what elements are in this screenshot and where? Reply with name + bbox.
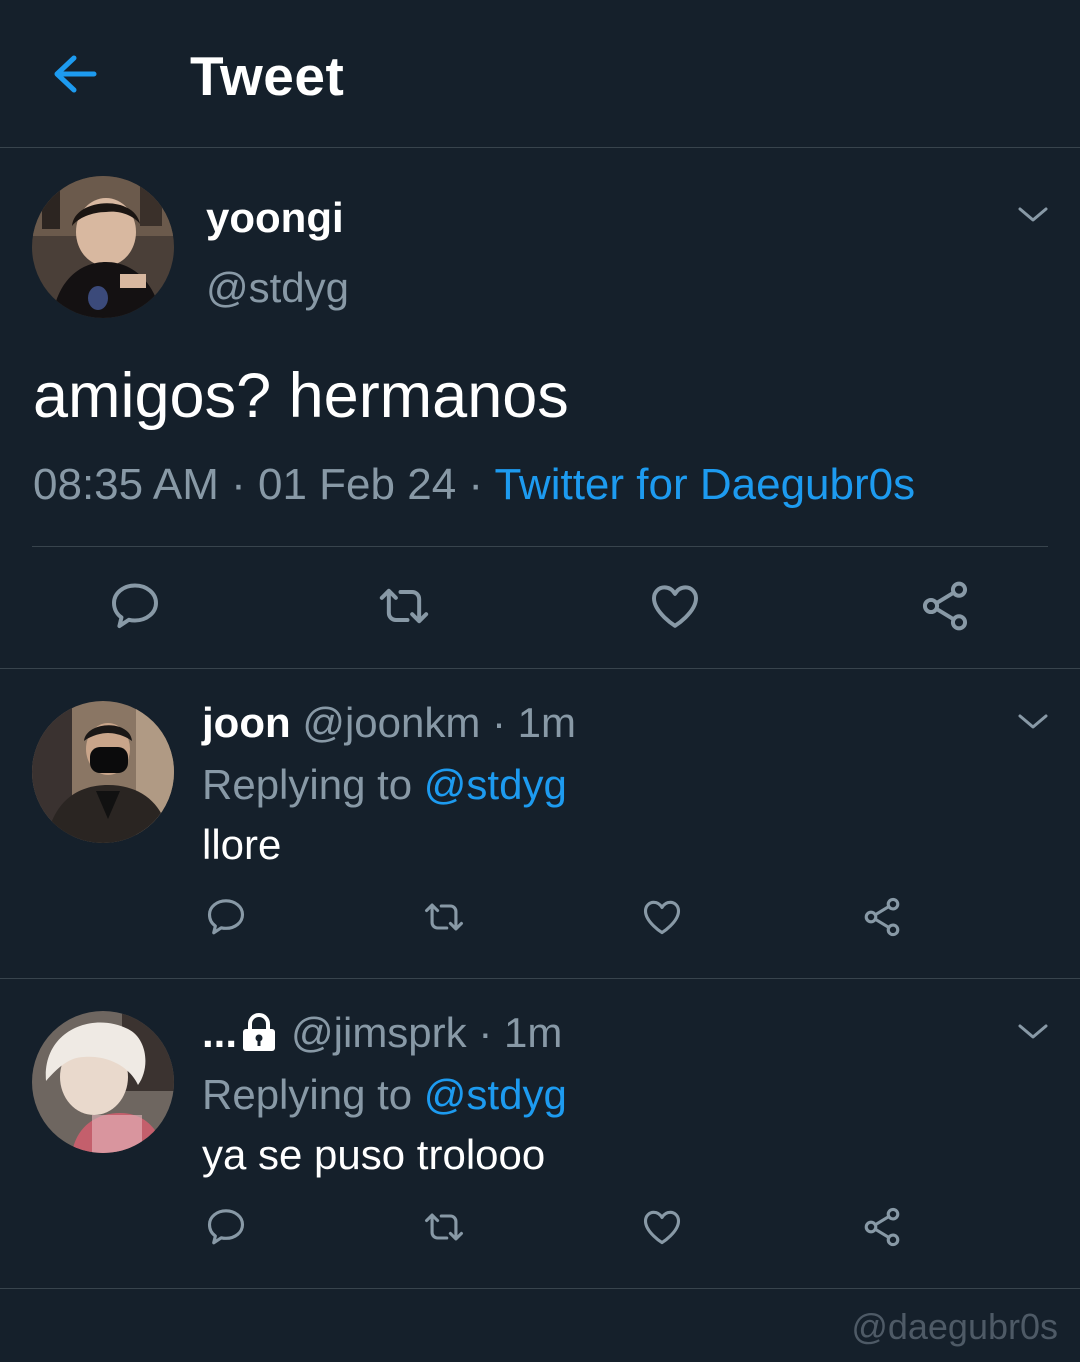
reply-text: ya se puso trolooo bbox=[202, 1131, 546, 1178]
reply-time: · 1m bbox=[478, 1009, 563, 1056]
author-handle[interactable]: @stdyg bbox=[206, 264, 349, 312]
replying-to: Replying to @stdyg bbox=[202, 761, 567, 809]
chevron-down-icon[interactable] bbox=[1016, 711, 1050, 733]
replying-label: Replying to bbox=[202, 761, 413, 808]
tweet-text: amigos? hermanos bbox=[33, 361, 569, 431]
reply-text: llore bbox=[202, 821, 282, 868]
tweet-date: 01 Feb 24 bbox=[258, 460, 457, 509]
like-icon[interactable] bbox=[640, 1205, 684, 1249]
like-icon[interactable] bbox=[647, 578, 703, 634]
replying-to: Replying to @stdyg bbox=[202, 1071, 567, 1119]
avatar[interactable] bbox=[32, 176, 174, 318]
mention-link[interactable]: @stdyg bbox=[424, 761, 567, 808]
main-tweet: yoongi @stdyg amigos? hermanos 08:35 AM … bbox=[0, 148, 1080, 669]
reply-icon[interactable] bbox=[204, 895, 248, 939]
tweet-meta: 08:35 AM · 01 Feb 24 · Twitter for Daegu… bbox=[33, 460, 915, 510]
like-icon[interactable] bbox=[640, 895, 684, 939]
avatar[interactable] bbox=[32, 1011, 174, 1153]
top-bar: Tweet bbox=[0, 0, 1080, 148]
reply-author-name[interactable]: ... bbox=[202, 1009, 237, 1056]
share-icon[interactable] bbox=[917, 578, 973, 634]
watermark: @daegubr0s bbox=[851, 1306, 1058, 1347]
reply-author-name[interactable]: joon bbox=[202, 699, 291, 746]
replying-label: Replying to bbox=[202, 1071, 413, 1118]
meta-separator: · bbox=[218, 460, 259, 509]
reply-header: ... @jimsprk · 1m bbox=[202, 1009, 562, 1057]
meta-separator: · bbox=[456, 460, 495, 509]
share-icon[interactable] bbox=[860, 895, 904, 939]
avatar[interactable] bbox=[32, 701, 174, 843]
divider bbox=[32, 546, 1048, 547]
share-icon[interactable] bbox=[860, 1205, 904, 1249]
retweet-icon[interactable] bbox=[422, 1205, 466, 1249]
arrow-left-icon[interactable] bbox=[50, 52, 98, 96]
lock-icon bbox=[243, 1013, 276, 1051]
tweet-time: 08:35 AM bbox=[33, 460, 219, 509]
reply-icon[interactable] bbox=[204, 1205, 248, 1249]
chevron-down-icon[interactable] bbox=[1016, 1021, 1050, 1043]
author-name[interactable]: yoongi bbox=[206, 194, 344, 242]
reply-time: · 1m bbox=[492, 699, 577, 746]
reply-icon[interactable] bbox=[107, 578, 163, 634]
mention-link[interactable]: @stdyg bbox=[424, 1071, 567, 1118]
reply-tweet: joon @joonkm · 1m Replying to @stdyg llo… bbox=[0, 669, 1080, 979]
reply-author-handle[interactable]: @jimsprk bbox=[291, 1009, 467, 1056]
page-title: Tweet bbox=[190, 45, 345, 107]
reply-author-handle[interactable]: @joonkm bbox=[302, 699, 480, 746]
retweet-icon[interactable] bbox=[422, 895, 466, 939]
chevron-down-icon[interactable] bbox=[1016, 204, 1050, 226]
tweet-source-link[interactable]: Twitter for Daegubr0s bbox=[494, 460, 915, 509]
reply-header: joon @joonkm · 1m bbox=[202, 699, 576, 747]
reply-tweet: ... @jimsprk · 1m Replying to @stdyg ya … bbox=[0, 979, 1080, 1289]
retweet-icon[interactable] bbox=[376, 578, 432, 634]
